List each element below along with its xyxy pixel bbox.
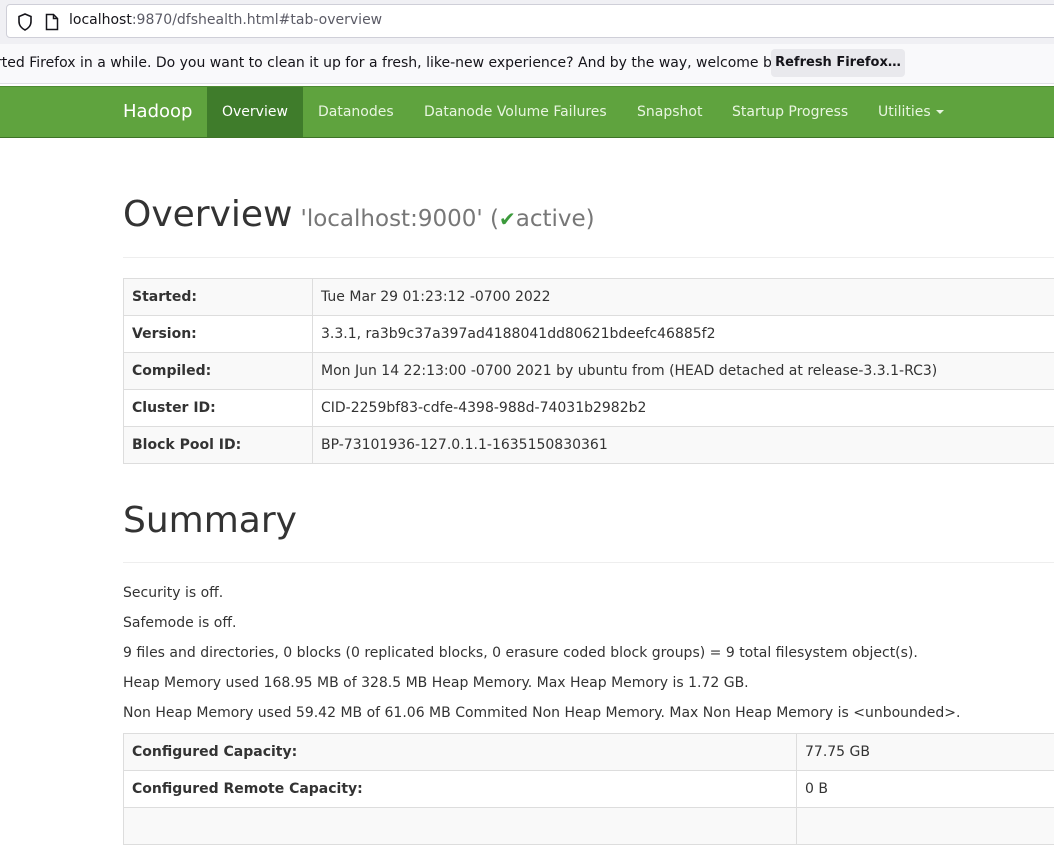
filesystem-objects: 9 files and directories, 0 blocks (0 rep… <box>123 645 918 661</box>
refresh-notification-bar: rted Firefox in a while. Do you want to … <box>0 44 1054 84</box>
url-text[interactable]: localhost:9870/dfshealth.html#tab-overvi… <box>69 12 382 28</box>
nav-datanodes[interactable]: Datanodes <box>303 87 409 137</box>
namenode-state: active) <box>516 206 595 232</box>
nav-datanode-volume-failures[interactable]: Datanode Volume Failures <box>409 87 622 137</box>
row-key <box>124 808 797 845</box>
row-key: Started: <box>124 279 313 316</box>
url-bar[interactable]: localhost:9870/dfshealth.html#tab-overvi… <box>6 4 1054 38</box>
table-row: Cluster ID: CID-2259bf83-cdfe-4398-988d-… <box>124 390 1054 427</box>
row-value: 77.75 GB <box>797 734 1054 771</box>
divider <box>123 562 1054 563</box>
row-key: Configured Remote Capacity: <box>124 771 797 808</box>
table-row: Compiled: Mon Jun 14 22:13:00 -0700 2021… <box>124 353 1054 390</box>
summary-title: Summary <box>123 500 297 541</box>
row-value: 0 B <box>797 771 1054 808</box>
row-key: Version: <box>124 316 313 353</box>
table-row: Configured Capacity: 77.75 GB <box>124 734 1054 771</box>
divider <box>123 257 1054 258</box>
row-value: BP-73101936-127.0.1.1-1635150830361 <box>313 427 1054 464</box>
row-key: Configured Capacity: <box>124 734 797 771</box>
notification-message: rted Firefox in a while. Do you want to … <box>0 55 802 71</box>
row-value: CID-2259bf83-cdfe-4398-988d-74031b2982b2 <box>313 390 1054 427</box>
summary-table: Configured Capacity: 77.75 GB Configured… <box>123 733 1054 845</box>
nav-startup-progress[interactable]: Startup Progress <box>717 87 863 137</box>
nav-utilities[interactable]: Utilities <box>863 87 959 137</box>
nav-overview[interactable]: Overview <box>207 87 303 137</box>
check-icon: ✔ <box>499 207 516 231</box>
table-row <box>124 808 1054 845</box>
namenode-host: 'localhost:9000' ( <box>301 206 499 232</box>
caret-down-icon <box>936 110 944 114</box>
row-key: Cluster ID: <box>124 390 313 427</box>
overview-title: Overview <box>123 194 293 235</box>
non-heap-memory: Non Heap Memory used 59.42 MB of 61.06 M… <box>123 705 960 721</box>
hadoop-navbar: Hadoop Overview Datanodes Datanode Volum… <box>0 86 1054 138</box>
table-row: Block Pool ID: BP-73101936-127.0.1.1-163… <box>124 427 1054 464</box>
row-value <box>797 808 1054 845</box>
table-row: Started: Tue Mar 29 01:23:12 -0700 2022 <box>124 279 1054 316</box>
security-status: Security is off. <box>123 585 223 601</box>
brand-logo[interactable]: Hadoop <box>123 101 192 122</box>
table-row: Version: 3.3.1, ra3b9c37a397ad4188041dd8… <box>124 316 1054 353</box>
refresh-firefox-button[interactable]: Refresh Firefox… <box>771 49 905 77</box>
row-value: 3.3.1, ra3b9c37a397ad4188041dd80621bdeef… <box>313 316 1054 353</box>
browser-toolbar: localhost:9870/dfshealth.html#tab-overvi… <box>0 0 1054 44</box>
shield-icon[interactable] <box>17 13 33 31</box>
table-row: Configured Remote Capacity: 0 B <box>124 771 1054 808</box>
nav-snapshot[interactable]: Snapshot <box>622 87 717 137</box>
row-key: Compiled: <box>124 353 313 390</box>
row-value: Mon Jun 14 22:13:00 -0700 2021 by ubuntu… <box>313 353 1054 390</box>
page-icon[interactable] <box>45 13 59 31</box>
row-key: Block Pool ID: <box>124 427 313 464</box>
row-value: Tue Mar 29 01:23:12 -0700 2022 <box>313 279 1054 316</box>
overview-heading: Overview 'localhost:9000' (✔active) <box>123 194 595 235</box>
overview-table: Started: Tue Mar 29 01:23:12 -0700 2022 … <box>123 278 1054 464</box>
heap-memory: Heap Memory used 168.95 MB of 328.5 MB H… <box>123 675 749 691</box>
safemode-status: Safemode is off. <box>123 615 236 631</box>
